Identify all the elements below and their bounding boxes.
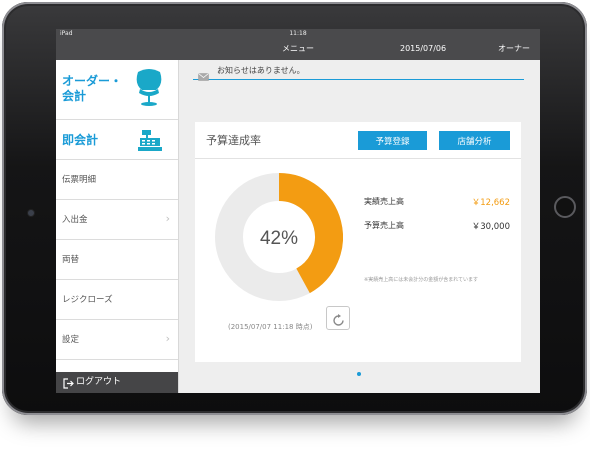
budget-register-button[interactable]: 予算登録 [358,131,427,150]
notice-bar[interactable]: お知らせはありません。 [193,63,524,81]
snapshot-timestamp: (2015/07/07 11:18 時点) [228,323,313,331]
actual-sales-value: ￥12,662 [471,198,510,208]
sidebar: オーダー・ 会計 即会計 伝票明細 入出金 › 両替 レジクローズ 設定 › ロ… [56,60,179,393]
status-bar: iPad 11:18 [56,29,540,38]
sidebar-item-label: レジクローズ [62,295,113,305]
budget-achievement-card: 予算達成率 予算登録 店舗分析 42% (2015/07/07 11:18 時点… [195,122,521,362]
nav-user[interactable]: オーナー [498,38,530,60]
logout-label: ログアウト [76,377,122,387]
refresh-icon [332,312,345,331]
progress-percent-label: 42% [260,228,298,249]
store-analysis-button[interactable]: 店舗分析 [439,131,510,150]
app-screen: iPad 11:18 メニュー 2015/07/06 オーナー オーダー・会計 [56,29,540,393]
sidebar-item-quick-checkout[interactable]: 即会計 [56,120,178,160]
sidebar-item-register-close[interactable]: レジクローズ [56,280,178,320]
sidebar-item-exchange[interactable]: 両替 [56,240,178,280]
navigation-bar: メニュー 2015/07/06 オーナー [56,38,540,60]
card-title: 予算達成率 [206,134,261,147]
sidebar-item-order-label: オーダー・ 会計 [62,74,123,103]
sidebar-item-label: 伝票明細 [62,175,97,185]
chevron-right-icon: › [165,212,170,225]
nav-date: 2015/07/06 [400,44,447,53]
budget-sales-value: ￥30,000 [471,222,510,232]
sidebar-item-label: 両替 [62,255,80,265]
budget-sales-label: 予算売上高 [364,221,404,230]
status-time: 11:18 [289,30,307,37]
card-divider [195,158,521,159]
main-content: お知らせはありません。 予算達成率 予算登録 店舗分析 42% (2015/07… [179,60,540,393]
page-indicator-dot [357,372,361,376]
envelope-icon [198,66,209,85]
home-button[interactable] [554,196,576,218]
progress-donut: 42% [215,173,343,305]
ipad-device-frame: iPad 11:18 メニュー 2015/07/06 オーナー オーダー・会計 [2,2,587,415]
sidebar-item-label: 設定 [62,335,80,345]
sidebar-item-quick-label: 即会計 [62,133,99,147]
sidebar-item-cash-in-out[interactable]: 入出金 › [56,200,178,240]
chevron-right-icon: › [165,332,170,345]
notice-text: お知らせはありません。 [217,66,305,75]
nav-title: メニュー [282,44,314,53]
refresh-button[interactable] [326,306,350,330]
sidebar-item-label: 入出金 [62,215,88,225]
cash-register-icon [138,129,162,155]
swan-chair-icon [132,68,166,112]
sales-note: ※実績売上高には未会計分の金額が含まれています [364,277,479,283]
logout-button[interactable]: ログアウト [56,372,178,393]
front-camera [27,209,35,217]
sidebar-item-slip-details[interactable]: 伝票明細 [56,160,178,200]
sidebar-item-settings[interactable]: 設定 › [56,320,178,360]
actual-sales-label: 実績売上高 [364,197,404,206]
logout-icon [63,377,74,393]
sidebar-item-order[interactable]: オーダー・ 会計 [56,60,178,120]
